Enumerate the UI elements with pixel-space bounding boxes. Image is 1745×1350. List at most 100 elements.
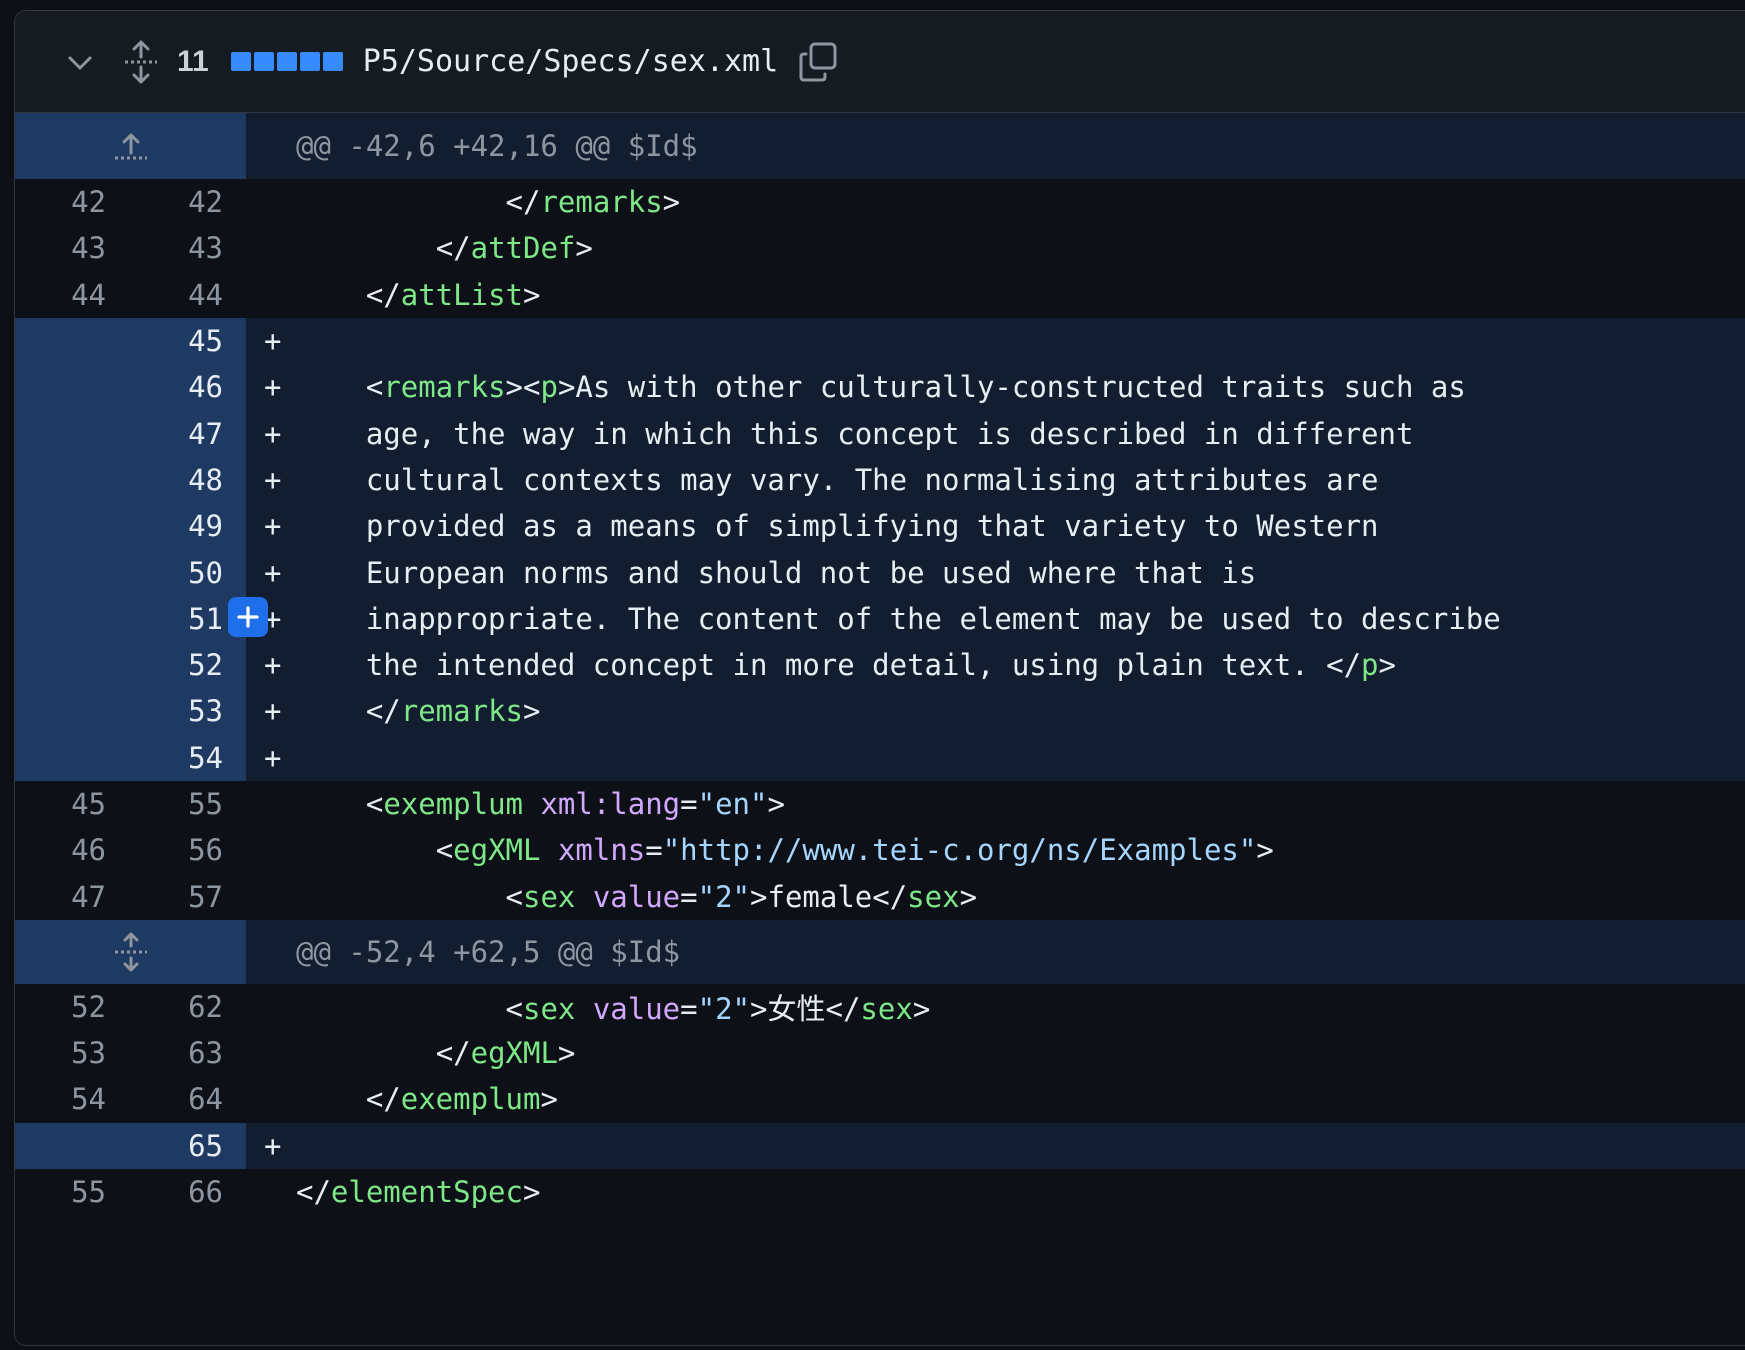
diff-line-context[interactable]: 53 63 </egXML> [15, 1030, 1745, 1077]
diff-line-context[interactable]: 43 43 </attDef> [15, 225, 1745, 272]
add-marker: + [264, 740, 282, 775]
diff-line-added[interactable]: 65 + [15, 1122, 1745, 1169]
diff-line-context[interactable]: 52 62 <sex value="2">女性</sex> [15, 983, 1745, 1031]
old-line-number[interactable]: 46 [15, 827, 130, 873]
expand-icon[interactable] [123, 40, 159, 84]
old-line-number[interactable]: 47 [15, 873, 130, 919]
diff-line-context[interactable]: 46 56 <egXML xmlns="http://www.tei-c.org/… [15, 827, 1745, 874]
diff-line-added[interactable]: 51 + inappropriate. The content of the el… [15, 595, 1745, 642]
code-line: <egXML xmlns="http://www.tei-c.org/ns/Ex… [435, 833, 1274, 868]
hunk-header: @@ -52,4 +62,5 @@ $Id$ [15, 919, 1745, 984]
old-line-number[interactable] [15, 364, 130, 411]
old-line-number[interactable]: 52 [15, 984, 130, 1030]
new-line-number[interactable]: 44 [130, 272, 246, 318]
diffstat-block [299, 52, 320, 71]
diff-line-added[interactable]: 52 + the intended concept in more detail,… [15, 641, 1745, 689]
old-line-number[interactable] [15, 641, 130, 689]
code-line: <exemplum xml:lang="en"> [365, 787, 785, 821]
add-marker: + [264, 324, 282, 359]
diff-line-context[interactable]: 44 44 </attList> [15, 271, 1745, 318]
new-line-number[interactable]: 47 [130, 410, 246, 457]
old-line-number[interactable] [15, 1122, 130, 1169]
diff-line-added[interactable]: 49 + provided as a means of simplifying t… [15, 503, 1745, 550]
old-line-number[interactable]: 53 [15, 1030, 130, 1076]
diff-line-context[interactable]: 42 42 </remarks> [15, 179, 1745, 226]
new-line-number[interactable]: 66 [130, 1169, 246, 1215]
new-line-number[interactable]: 46 [130, 364, 246, 411]
code-line: </attDef> [435, 231, 593, 266]
diff-marker: + [246, 417, 296, 451]
code-line: </exemplum> [365, 1082, 558, 1117]
old-line-number[interactable] [15, 688, 130, 735]
diff-marker: + [246, 648, 296, 682]
new-line-number[interactable]: 53 [130, 688, 246, 735]
new-line-number[interactable]: 63 [130, 1030, 246, 1076]
diff-line-context[interactable]: 45 55 <exemplum xml:lang="en"> [15, 780, 1745, 828]
diff-marker: + [246, 324, 296, 358]
code-line: </attList> [365, 277, 541, 312]
new-line-number[interactable]: 45 [130, 317, 246, 365]
hunk-header-text: @@ -52,4 +62,5 @@ $Id$ [296, 934, 681, 969]
code-line: inappropriate. The content of the elemen… [296, 601, 1501, 636]
plus-icon [237, 606, 259, 628]
new-line-number[interactable]: 54 [130, 734, 246, 781]
new-line-number[interactable]: 52 [130, 641, 246, 689]
new-line-number[interactable]: 56 [130, 827, 246, 873]
diff-line-context[interactable]: 54 64 </exemplum> [15, 1076, 1745, 1123]
diff-line-added[interactable]: 47 + age, the way in which this concept i… [15, 410, 1745, 457]
old-line-number[interactable]: 42 [15, 179, 130, 225]
diff-line-added[interactable]: 50 + European norms and should not be use… [15, 549, 1745, 596]
old-line-number[interactable]: 44 [15, 272, 130, 318]
file-path[interactable]: P5/Source/Specs/sex.xml [363, 44, 778, 79]
add-marker: + [264, 509, 282, 544]
code-line: <remarks><p>As with other culturally-con… [365, 370, 1466, 405]
diff-marker: + [246, 1129, 296, 1163]
diff-file: 11 P5/Source/Specs/sex.xml @@ -42,6 +42,… [14, 10, 1745, 1346]
new-line-number[interactable]: 57 [130, 873, 246, 919]
code-line: </egXML> [435, 1036, 576, 1071]
chevron-down-icon[interactable] [65, 47, 95, 77]
code-line: </elementSpec> [296, 1175, 541, 1210]
expand-up-icon[interactable] [15, 113, 246, 179]
diff-line-added[interactable]: 45 + [15, 317, 1745, 365]
old-line-number[interactable] [15, 456, 130, 504]
new-line-number[interactable]: 65 [130, 1122, 246, 1169]
code-line: provided as a means of simplifying that … [296, 509, 1379, 544]
add-comment-button[interactable] [228, 596, 268, 637]
old-line-number[interactable] [15, 410, 130, 457]
new-line-number[interactable]: 49 [130, 503, 246, 550]
diff-marker: + [246, 741, 296, 775]
old-line-number[interactable]: 45 [15, 781, 130, 827]
old-line-number[interactable] [15, 734, 130, 781]
diff-line-added[interactable]: 53 + </remarks> [15, 688, 1745, 735]
new-line-number[interactable]: 42 [130, 179, 246, 225]
old-line-number[interactable] [15, 549, 130, 596]
old-line-number[interactable] [15, 595, 130, 642]
diff-line-added[interactable]: 48 + cultural contexts may vary. The norm… [15, 456, 1745, 504]
diffstat-block [253, 52, 274, 71]
code-line: <sex value="2">女性</sex> [505, 991, 931, 1026]
diff-marker: + [246, 694, 296, 728]
diffstat-block [276, 52, 297, 71]
old-line-number[interactable] [15, 317, 130, 365]
new-line-number[interactable]: 64 [130, 1076, 246, 1122]
diff-marker: + [228, 596, 296, 637]
new-line-number[interactable]: 43 [130, 225, 246, 271]
changed-lines-count: 11 [177, 44, 209, 78]
add-marker: + [264, 370, 282, 405]
old-line-number[interactable]: 43 [15, 225, 130, 271]
old-line-number[interactable]: 54 [15, 1076, 130, 1122]
add-marker: + [264, 1128, 282, 1163]
new-line-number[interactable]: 48 [130, 456, 246, 504]
new-line-number[interactable]: 62 [130, 984, 246, 1030]
diff-line-context[interactable]: 47 57 <sex value="2">female</sex> [15, 873, 1745, 920]
old-line-number[interactable] [15, 503, 130, 550]
diff-line-context[interactable]: 55 66 </elementSpec> [15, 1168, 1745, 1216]
new-line-number[interactable]: 55 [130, 781, 246, 827]
expand-icon[interactable] [15, 919, 246, 984]
new-line-number[interactable]: 50 [130, 549, 246, 596]
copy-icon[interactable] [798, 41, 838, 83]
diff-line-added[interactable]: 46 + <remarks><p>As with other culturally… [15, 364, 1745, 411]
old-line-number[interactable]: 55 [15, 1169, 130, 1215]
diff-line-added[interactable]: 54 + [15, 734, 1745, 781]
